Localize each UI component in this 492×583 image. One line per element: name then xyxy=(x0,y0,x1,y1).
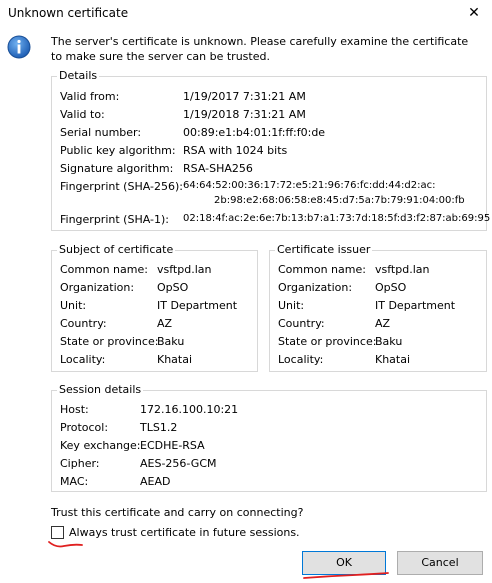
fingerprint-sha1-label: Fingerprint (SHA-1): xyxy=(60,213,169,226)
valid-from-value: 1/19/2017 7:31:21 AM xyxy=(183,90,306,103)
issuer-locality-label: Locality: xyxy=(278,353,324,366)
issuer-common-name-label: Common name: xyxy=(278,263,366,276)
fingerprint-sha256-value-2: 2b:98:e2:68:06:58:e8:45:d7:5a:7b:79:91:0… xyxy=(214,195,465,206)
session-mac-label: MAC: xyxy=(60,475,89,488)
subject-organization-value: OpSO xyxy=(157,281,189,294)
session-mac-value: AEAD xyxy=(140,475,171,488)
annotation-underline-ok xyxy=(303,572,389,579)
trust-question: Trust this certificate and carry on conn… xyxy=(51,506,304,519)
subject-country-label: Country: xyxy=(60,317,107,330)
issuer-common-name-value: vsftpd.lan xyxy=(375,263,430,276)
subject-unit-label: Unit: xyxy=(60,299,87,312)
issuer-country-value: AZ xyxy=(375,317,391,330)
subject-common-name-value: vsftpd.lan xyxy=(157,263,212,276)
public-key-label: Public key algorithm: xyxy=(60,144,176,157)
subject-common-name-label: Common name: xyxy=(60,263,148,276)
issuer-locality-value: Khatai xyxy=(375,353,411,366)
fingerprint-sha256-label: Fingerprint (SHA-256): xyxy=(60,180,183,193)
fingerprint-sha256-value-1: 64:64:52:00:36:17:72:e5:21:96:76:fc:dd:4… xyxy=(183,180,436,191)
signature-algorithm-value: RSA-SHA256 xyxy=(183,162,253,175)
issuer-organization-value: OpSO xyxy=(375,281,407,294)
always-trust-label[interactable]: Always trust certificate in future sessi… xyxy=(69,526,300,539)
signature-algorithm-label: Signature algorithm: xyxy=(60,162,174,175)
valid-to-label: Valid to: xyxy=(60,108,105,121)
message-line-1: The server's certificate is unknown. Ple… xyxy=(51,35,469,48)
public-key-value: RSA with 1024 bits xyxy=(183,144,288,157)
session-legend: Session details xyxy=(57,383,144,396)
session-protocol-label: Protocol: xyxy=(60,421,109,434)
issuer-unit-label: Unit: xyxy=(278,299,305,312)
issuer-state-label: State or province: xyxy=(278,335,377,348)
session-cipher-value: AES-256-GCM xyxy=(140,457,217,470)
subject-country-value: AZ xyxy=(157,317,173,330)
subject-state-label: State or province: xyxy=(60,335,159,348)
message-line-2: to make sure the server can be trusted. xyxy=(51,50,270,63)
cancel-button[interactable]: Cancel xyxy=(397,551,483,575)
subject-state-value: Baku xyxy=(157,335,185,348)
annotation-underline-checkbox xyxy=(48,541,83,548)
subject-locality-label: Locality: xyxy=(60,353,106,366)
session-cipher-label: Cipher: xyxy=(60,457,100,470)
session-host-label: Host: xyxy=(60,403,89,416)
window-title: Unknown certificate xyxy=(8,6,129,20)
close-icon[interactable]: ✕ xyxy=(462,3,486,23)
subject-locality-value: Khatai xyxy=(157,353,193,366)
issuer-country-label: Country: xyxy=(278,317,325,330)
valid-to-value: 1/19/2018 7:31:21 AM xyxy=(183,108,306,121)
issuer-state-value: Baku xyxy=(375,335,403,348)
info-icon xyxy=(7,35,31,59)
session-key-exchange-label: Key exchange: xyxy=(60,439,141,452)
subject-legend: Subject of certificate xyxy=(57,243,176,256)
session-protocol-value: TLS1.2 xyxy=(140,421,178,434)
valid-from-label: Valid from: xyxy=(60,90,120,103)
issuer-legend: Certificate issuer xyxy=(275,243,373,256)
details-legend: Details xyxy=(57,69,100,82)
issuer-organization-label: Organization: xyxy=(278,281,353,294)
subject-organization-label: Organization: xyxy=(60,281,135,294)
issuer-unit-value: IT Department xyxy=(375,299,456,312)
serial-number-label: Serial number: xyxy=(60,126,142,139)
subject-unit-value: IT Department xyxy=(157,299,238,312)
session-key-exchange-value: ECDHE-RSA xyxy=(140,439,205,452)
fingerprint-sha1-value: 02:18:4f:ac:2e:6e:7b:13:b7:a1:73:7d:18:5… xyxy=(183,213,491,224)
serial-number-value: 00:89:e1:b4:01:1f:ff:f0:de xyxy=(183,126,326,139)
session-host-value: 172.16.100.10:21 xyxy=(140,403,239,416)
